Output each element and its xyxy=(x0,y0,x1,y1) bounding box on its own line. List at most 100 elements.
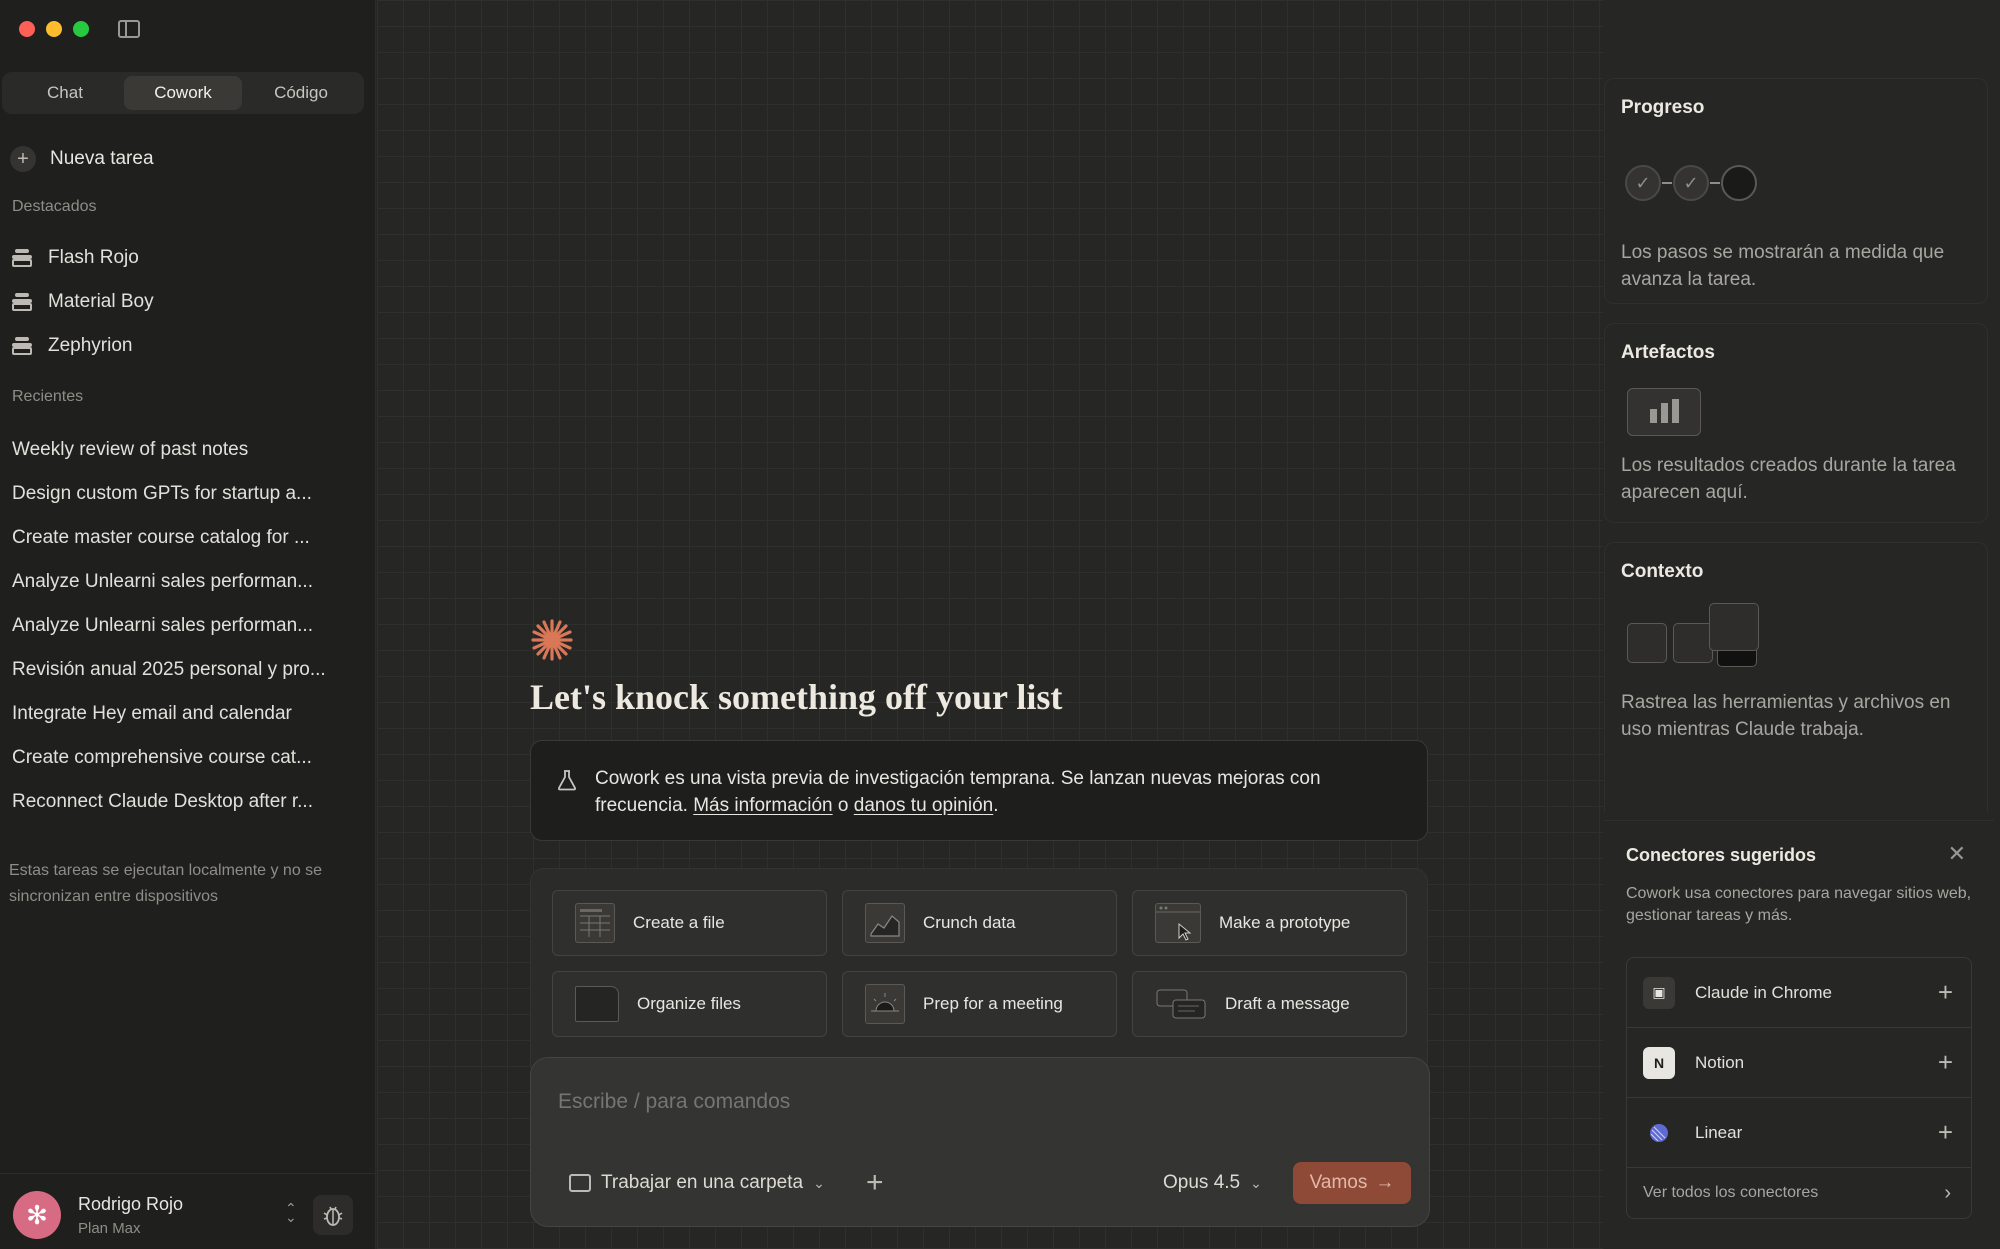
page-title: Let's knock something off your list xyxy=(530,677,1063,717)
folder-icon xyxy=(575,986,619,1022)
project-stack-icon xyxy=(12,249,32,267)
favorite-item[interactable]: Zephyrion xyxy=(12,324,154,368)
progress-card: Progreso ✓ ✓ Los pasos se mostrarán a me… xyxy=(1604,78,1988,304)
add-connector-button[interactable]: + xyxy=(1938,1047,1953,1078)
artifacts-card: Artefactos Los resultados creados durant… xyxy=(1604,323,1988,523)
project-stack-icon xyxy=(12,293,32,311)
quick-action-label: Organize files xyxy=(637,994,741,1013)
quick-action-label: Crunch data xyxy=(923,913,1016,932)
minimize-window-button[interactable] xyxy=(46,21,62,37)
favorites-heading: Destacados xyxy=(12,198,97,215)
progress-desc: Los pasos se mostrarán a medida que avan… xyxy=(1621,242,1945,290)
quick-action-label: Draft a message xyxy=(1225,994,1350,1013)
favorite-item[interactable]: Material Boy xyxy=(12,280,154,324)
window-controls xyxy=(19,21,89,37)
more-info-link[interactable]: Más información xyxy=(693,795,832,816)
close-window-button[interactable] xyxy=(19,21,35,37)
submit-label: Vamos xyxy=(1309,1172,1368,1193)
spreadsheet-icon xyxy=(575,903,615,943)
recent-task-item[interactable]: Reconnect Claude Desktop after r... xyxy=(12,780,334,824)
see-all-connectors-link[interactable]: Ver todos los conectores › xyxy=(1627,1168,1971,1218)
tab-code[interactable]: Código xyxy=(242,76,360,110)
add-connector-button[interactable]: + xyxy=(1938,1117,1953,1148)
see-all-label: Ver todos los conectores xyxy=(1643,1184,1819,1201)
feedback-link[interactable]: danos tu opinión xyxy=(854,795,993,816)
recent-task-item[interactable]: Analyze Unlearni sales performan... xyxy=(12,560,334,604)
recent-task-item[interactable]: Design custom GPTs for startup a... xyxy=(12,472,334,516)
progress-title: Progreso xyxy=(1621,97,1705,118)
context-card: Contexto Rastrea las herramientas y arch… xyxy=(1604,542,1988,812)
recent-task-item[interactable]: Create master course catalog for ... xyxy=(12,516,334,560)
connector-name: Claude in Chrome xyxy=(1695,982,1833,1002)
quick-action-make-prototype[interactable]: Make a prototype xyxy=(1132,890,1407,956)
notice-text: Cowork es una vista previa de investigac… xyxy=(595,765,1395,819)
bug-icon xyxy=(323,1206,343,1226)
maximize-window-button[interactable] xyxy=(73,21,89,37)
step-done-icon: ✓ xyxy=(1625,165,1661,201)
artifacts-title: Artefactos xyxy=(1621,342,1715,363)
chevron-updown-icon: ⌃ ⌄ xyxy=(285,1200,297,1225)
chart-icon xyxy=(865,903,905,943)
new-task-button[interactable]: + Nueva tarea xyxy=(10,146,154,172)
tab-chat[interactable]: Chat xyxy=(6,76,124,110)
model-selector[interactable]: Opus 4.5 ⌄ xyxy=(1163,1172,1262,1194)
mode-switch: Chat Cowork Código xyxy=(2,72,364,114)
recents-heading: Recientes xyxy=(12,388,84,405)
context-desc: Rastrea las herramientas y archivos en u… xyxy=(1621,692,1951,740)
recent-task-item[interactable]: Create comprehensive course cat... xyxy=(12,736,334,780)
claude-spark-icon xyxy=(531,619,573,661)
add-connector-button[interactable]: + xyxy=(1938,977,1953,1008)
tab-cowork[interactable]: Cowork xyxy=(124,76,242,110)
right-panel: Progreso ✓ ✓ Los pasos se mostrarán a me… xyxy=(1604,0,2000,1249)
connector-name: Linear xyxy=(1695,1122,1743,1142)
prompt-input[interactable] xyxy=(558,1090,1378,1114)
connectors-desc: Cowork usa conectores para navegar sitio… xyxy=(1626,885,1972,924)
step-done-icon: ✓ xyxy=(1673,165,1709,201)
chevron-down-icon: ⌄ xyxy=(813,1174,825,1191)
close-icon[interactable]: ✕ xyxy=(1948,841,1966,867)
linear-icon xyxy=(1643,1117,1675,1149)
connector-row[interactable]: N Notion + xyxy=(1627,1028,1971,1098)
progress-steps: ✓ ✓ xyxy=(1625,165,1757,201)
bar-chart-icon xyxy=(1627,388,1701,436)
favorite-item[interactable]: Flash Rojo xyxy=(12,236,154,280)
plus-icon: + xyxy=(10,146,36,172)
context-files-icon xyxy=(1627,603,1767,673)
step-pending-icon xyxy=(1721,165,1757,201)
recent-task-item[interactable]: Weekly review of past notes xyxy=(12,428,334,472)
connector-row[interactable]: ▣ Claude in Chrome + xyxy=(1627,958,1971,1028)
research-preview-notice: Cowork es una vista previa de investigac… xyxy=(530,740,1428,841)
quick-action-prep-meeting[interactable]: Prep for a meeting xyxy=(842,971,1117,1037)
submit-button[interactable]: Vamos → xyxy=(1293,1162,1411,1204)
sidebar: Chat Cowork Código + Nueva tarea Destaca… xyxy=(0,0,376,1249)
quick-action-organize-files[interactable]: Organize files xyxy=(552,971,827,1037)
quick-action-draft-message[interactable]: Draft a message xyxy=(1132,971,1407,1037)
context-title: Contexto xyxy=(1621,561,1704,582)
quick-action-label: Make a prototype xyxy=(1219,913,1351,932)
suggested-connectors: Conectores sugeridos ✕ Cowork usa conect… xyxy=(1604,820,1994,1240)
recent-task-item[interactable]: Revisión anual 2025 personal y pro... xyxy=(12,648,334,692)
work-in-folder-button[interactable]: Trabajar en una carpeta ⌄ xyxy=(569,1172,825,1194)
sidebar-toggle-icon[interactable] xyxy=(118,20,140,38)
flask-icon xyxy=(557,770,577,791)
recent-task-item[interactable]: Integrate Hey email and calendar xyxy=(12,692,334,736)
recent-task-item[interactable]: Analyze Unlearni sales performan... xyxy=(12,604,334,648)
connector-name: Notion xyxy=(1695,1052,1745,1072)
connector-row[interactable]: Linear + xyxy=(1627,1098,1971,1168)
chat-bubbles-icon xyxy=(1155,984,1207,1024)
bug-report-button[interactable] xyxy=(313,1195,353,1235)
user-plan: Plan Max xyxy=(78,1220,141,1237)
favorites-list: Flash Rojo Material Boy Zephyrion xyxy=(12,236,154,368)
arrow-right-icon: → xyxy=(1375,1172,1395,1193)
chrome-icon: ▣ xyxy=(1643,976,1675,1009)
sunrise-icon xyxy=(865,984,905,1024)
user-menu[interactable]: ✻ Rodrigo Rojo Plan Max ⌃ ⌄ xyxy=(0,1173,376,1249)
quick-action-crunch-data[interactable]: Crunch data xyxy=(842,890,1117,956)
add-attachment-button[interactable]: + xyxy=(866,1166,884,1200)
favorite-label: Zephyrion xyxy=(48,335,133,356)
connectors-title: Conectores sugeridos xyxy=(1626,845,1817,865)
quick-actions-panel: Create a file Crunch data Make a prototy… xyxy=(530,868,1428,1068)
artifacts-desc: Los resultados creados durante la tarea … xyxy=(1621,455,1956,503)
notice-conjunction: o xyxy=(837,795,849,816)
quick-action-create-file[interactable]: Create a file xyxy=(552,890,827,956)
